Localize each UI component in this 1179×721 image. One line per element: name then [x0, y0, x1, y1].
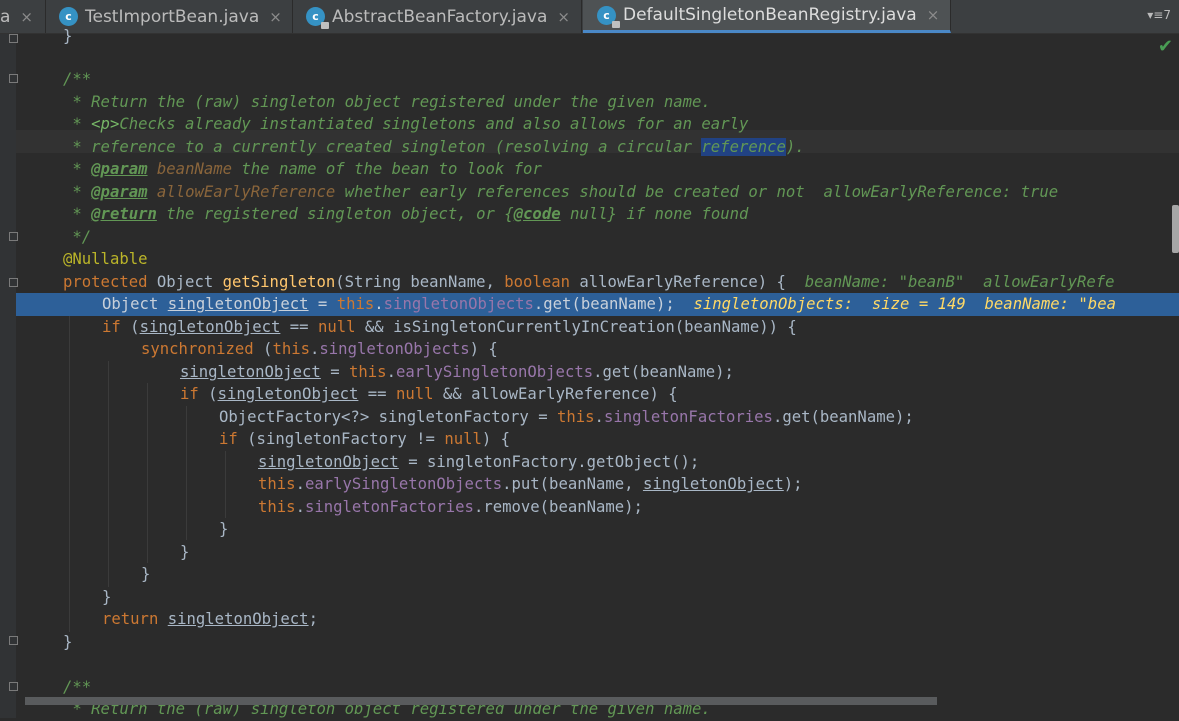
fold-icon[interactable]	[9, 682, 18, 691]
code-line: /**	[63, 70, 92, 88]
inspection-ok-icon[interactable]: ✔	[1158, 36, 1173, 57]
fold-icon[interactable]	[9, 34, 18, 43]
editor-tab-bar: a × c TestImportBean.java × c AbstractBe…	[0, 0, 1179, 34]
fold-icon[interactable]	[9, 636, 18, 645]
code-line: * Return the (raw) singleton object regi…	[63, 93, 711, 111]
code-line: ObjectFactory<?> singletonFactory = this…	[219, 408, 914, 426]
horizontal-scrollbar[interactable]	[25, 697, 937, 705]
indent-guide	[69, 316, 70, 632]
tab-partial[interactable]: a ×	[0, 0, 46, 33]
tab-label: TestImportBean.java	[85, 6, 260, 27]
tab-partial-label: a	[0, 6, 11, 27]
close-icon[interactable]: ×	[557, 8, 570, 26]
code-line: this.earlySingletonObjects.put(beanName,…	[258, 475, 803, 493]
tab-label: DefaultSingletonBeanRegistry.java	[623, 5, 917, 25]
lock-icon	[612, 20, 620, 28]
tab-testimportbean[interactable]: c TestImportBean.java ×	[47, 0, 293, 33]
lock-icon	[321, 22, 329, 29]
code-line: * <p>Checks already instantiated singlet…	[63, 115, 749, 133]
code-line: }	[180, 543, 190, 561]
close-icon[interactable]: ×	[20, 8, 33, 26]
code-line: /**	[63, 678, 92, 696]
indent-guide	[186, 406, 187, 540]
class-icon: c	[59, 7, 78, 26]
indent-guide	[108, 361, 109, 587]
code-line: return singletonObject;	[102, 610, 318, 628]
code-line: */	[63, 228, 92, 246]
execution-line-code: Object singletonObject = this.singletonO…	[102, 295, 1116, 313]
code-line: }	[102, 588, 112, 606]
inline-value-hint: singletonObjects: size = 149 beanName: "…	[693, 295, 1116, 313]
code-line: synchronized (this.singletonObjects) {	[141, 340, 498, 358]
code-line: if (singletonObject == null && isSinglet…	[102, 318, 797, 336]
code-line: singletonObject = singletonFactory.getOb…	[258, 453, 700, 471]
code-line: if (singletonObject == null && allowEarl…	[180, 385, 678, 403]
code-line: singletonObject = this.earlySingletonObj…	[180, 363, 734, 381]
fold-icon[interactable]	[9, 232, 18, 241]
code-line: }	[219, 520, 229, 538]
indent-guide	[225, 451, 226, 518]
tab-abstractbeanfactory[interactable]: c AbstractBeanFactory.java ×	[294, 0, 582, 33]
tab-defaultsingletonbeanregistry[interactable]: c DefaultSingletonBeanRegistry.java ×	[583, 0, 951, 33]
code-line: * @param allowEarlyReference whether ear…	[63, 183, 1059, 201]
code-line: @Nullable	[63, 250, 148, 268]
close-icon[interactable]: ×	[927, 6, 940, 24]
code-line: protected Object getSingleton(String bea…	[63, 273, 1115, 291]
indent-guide	[147, 383, 148, 563]
code-line: if (singletonFactory != null) {	[219, 430, 511, 448]
close-icon[interactable]: ×	[269, 8, 282, 26]
selected-word: reference	[701, 138, 786, 156]
abstract-class-icon: c	[306, 7, 329, 29]
abstract-class-icon: c	[597, 5, 620, 28]
editor-gutter	[0, 34, 18, 718]
vertical-scrollbar-thumb[interactable]	[1172, 205, 1179, 253]
code-line: }	[63, 27, 73, 45]
code-line: }	[141, 565, 151, 583]
inline-value-hint: allowEarlyReference: true	[823, 183, 1059, 201]
fold-icon[interactable]	[9, 278, 18, 287]
code-line: * reference to a currently created singl…	[63, 138, 805, 156]
code-line: this.singletonFactories.remove(beanName)…	[258, 498, 643, 516]
inline-value-hint: beanName: "beanB" allowEarlyRefe	[804, 273, 1115, 291]
code-line: * @return the registered singleton objec…	[63, 205, 749, 223]
tab-overflow-menu[interactable]: ▾≡7	[1147, 8, 1171, 22]
fold-icon[interactable]	[9, 74, 18, 83]
code-line: }	[63, 633, 73, 651]
code-line: * @param beanName the name of the bean t…	[63, 160, 542, 178]
tab-label: AbstractBeanFactory.java	[332, 6, 548, 27]
